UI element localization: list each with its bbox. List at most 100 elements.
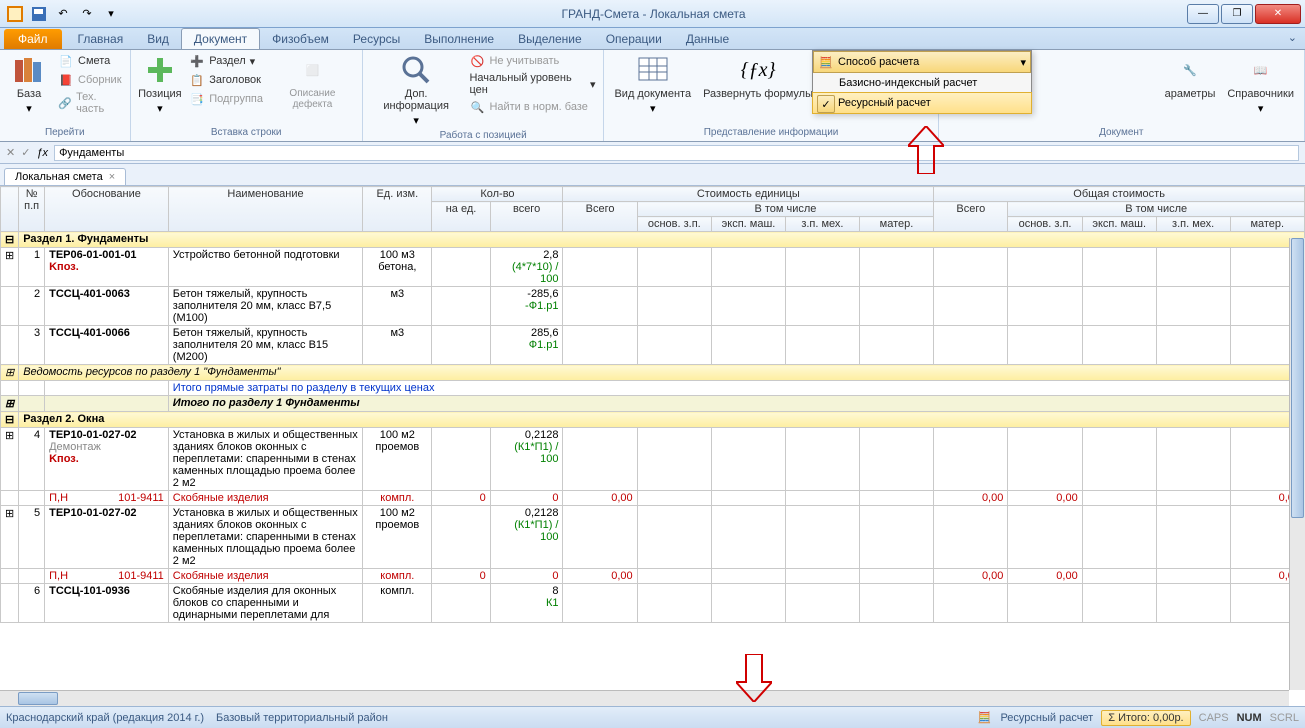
noentry-icon: 🚫 [469,53,485,69]
zagolovok-button[interactable]: 📋Заголовок [187,71,265,89]
formula-bar: ✕ ✓ ƒx [0,142,1305,164]
status-sum[interactable]: Σ Итого: 0,00р. [1101,710,1190,726]
tab-resources[interactable]: Ресурсы [341,29,412,49]
accept-icon[interactable]: ✓ [21,146,30,159]
tab-data[interactable]: Данные [674,29,741,49]
ribbon: База ▾ 📄Смета 📕Сборник 🔗Тех. часть Перей… [0,50,1305,142]
tab-vypolnenie[interactable]: Выполнение [412,29,506,49]
num-indicator: NUM [1237,712,1262,724]
smeta-button[interactable]: 📄Смета [56,52,124,70]
table-row[interactable]: ⊞1 ТЕР06-01-001-01Kпоз. Устройство бетон… [1,248,1305,287]
redo-icon[interactable]: ↷ [76,3,98,25]
close-tab-icon[interactable]: × [109,171,115,183]
table-row[interactable]: 6 ТССЦ-101-0936 Скобяные изделия для око… [1,584,1305,623]
window-controls: — ❐ ✕ [1185,4,1301,24]
naiti-button[interactable]: 🔍Найти в норм. базе [467,98,597,116]
app-icon[interactable] [4,3,26,25]
calc-status-icon: 🧮 [976,710,992,726]
sbornik-button[interactable]: 📕Сборник [56,71,124,89]
defect-icon: ⬜ [296,54,328,86]
annotation-arrow-up [908,126,944,174]
status-calc[interactable]: Ресурсный расчет [1000,712,1093,724]
table-row[interactable]: ⊞5 ТЕР10-01-027-02 Установка в жилых и о… [1,506,1305,569]
razv-button[interactable]: {ƒx} Развернуть формулы [699,52,817,102]
document-tab[interactable]: Локальная смета × [4,168,126,185]
table-row[interactable]: П,Н 101-9411 Скобяные изделия компл. 00 … [1,491,1305,506]
quick-access-toolbar: ↶ ↷ ▾ [4,3,122,25]
status-base: Базовый территориальный район [216,712,388,724]
fx-label: ƒx [36,147,48,159]
tab-view[interactable]: Вид [135,29,181,49]
search-icon: 🔍 [469,99,485,115]
wrench-icon: 🔧 [1174,54,1206,86]
resource-summary-row[interactable]: ⊞Ведомость ресурсов по разделу 1 "Фундам… [1,365,1305,381]
subtotal-row[interactable]: Итого прямые затраты по разделу в текущи… [1,381,1305,396]
table-row[interactable]: 3 ТССЦ-401-0066 Бетон тяжелый, крупность… [1,326,1305,365]
status-region: Краснодарский край (редакция 2014 г.) [6,712,204,724]
status-bar: Краснодарский край (редакция 2014 г.) Ба… [0,706,1305,728]
fx-icon: {ƒx} [742,54,774,86]
ribbon-tabs: Файл Главная Вид Документ Физобъем Ресур… [0,28,1305,50]
tab-main[interactable]: Главная [66,29,136,49]
viddoc-button[interactable]: Вид документа ▾ [610,52,695,117]
openbook-icon: 📖 [1245,54,1277,86]
vertical-scrollbar[interactable] [1289,238,1305,690]
razdel-button[interactable]: ➕Раздел ▾ [187,52,265,70]
doc-icon: 📄 [58,53,74,69]
chevron-down-icon: ▾ [157,102,163,115]
calc-method-dropdown: 🧮Способ расчета ▾ Базисно-индексный расч… [812,50,1032,114]
magnifier-icon [400,54,432,86]
chevron-down-icon: ▾ [650,102,656,115]
caps-indicator: CAPS [1199,712,1229,724]
nachur-button[interactable]: Начальный уровень цен ▾ [467,71,597,97]
formula-input[interactable] [54,145,1299,161]
grid-area: № п.п Обоснование Наименование Ед. изм. … [0,186,1305,706]
neuch-button[interactable]: 🚫Не учитывать [467,52,597,70]
chevron-down-icon: ▾ [1258,102,1264,115]
save-icon[interactable] [28,3,50,25]
calc-option-resource[interactable]: ✓Ресурсный расчет [812,92,1032,114]
section-row[interactable]: ⊟Раздел 1. Фундаменты [1,232,1305,248]
table-icon [637,54,669,86]
calc-icon: 🧮 [818,54,834,70]
tab-document[interactable]: Документ [181,28,260,49]
horizontal-scrollbar[interactable] [0,690,1289,706]
tab-operations[interactable]: Операции [594,29,674,49]
window-title: ГРАНД-Смета - Локальная смета [122,7,1185,21]
tab-selection[interactable]: Выделение [506,29,594,49]
table-row[interactable]: ⊞4 ТЕР10-01-027-02ДемонтажKпоз. Установк… [1,428,1305,491]
maximize-button[interactable]: ❐ [1221,4,1253,24]
estimate-grid[interactable]: № п.п Обоснование Наименование Ед. изм. … [0,186,1305,623]
plus-small-icon: ➕ [189,53,205,69]
calc-option-basis[interactable]: Базисно-индексный расчет [813,73,1031,93]
close-button[interactable]: ✕ [1255,4,1301,24]
tech-button[interactable]: 🔗Тех. часть [56,90,124,116]
chevron-down-icon: ▾ [413,114,419,127]
params-button[interactable]: 🔧 араметры [1161,52,1220,102]
ribbon-collapse-icon[interactable]: ⌄ [1288,31,1297,44]
chevron-down-icon: ▾ [1020,56,1026,69]
calc-method-button[interactable]: 🧮Способ расчета ▾ [813,51,1031,73]
minimize-button[interactable]: — [1187,4,1219,24]
section-total-row[interactable]: ⊞Итого по разделу 1 Фундаменты [1,396,1305,412]
tab-fizobem[interactable]: Физобъем [260,29,341,49]
table-row[interactable]: П,Н 101-9411 Скобяные изделия компл. 00 … [1,569,1305,584]
plus-icon [144,54,176,86]
podgruppa-button[interactable]: 📑Подгруппа [187,90,265,108]
chevron-down-icon: ▾ [26,102,32,115]
dopinfo-button[interactable]: Доп. информация ▾ [369,52,464,129]
link-icon: 🔗 [58,95,72,111]
annotation-arrow-down [736,654,772,702]
opis-button[interactable]: ⬜ Описание дефекта [269,52,356,112]
undo-icon[interactable]: ↶ [52,3,74,25]
qat-dropdown-icon[interactable]: ▾ [100,3,122,25]
group-icon: 📑 [189,91,205,107]
table-row[interactable]: 2 ТССЦ-401-0063 Бетон тяжелый, крупность… [1,287,1305,326]
cancel-icon[interactable]: ✕ [6,146,15,159]
position-button[interactable]: Позиция ▾ [137,52,184,117]
section-row[interactable]: ⊟Раздел 2. Окна [1,412,1305,428]
base-button[interactable]: База ▾ [6,52,52,117]
file-tab[interactable]: Файл [4,29,62,49]
sprav-button[interactable]: 📖 Справочники ▾ [1223,52,1298,117]
document-tabs: Локальная смета × [0,164,1305,186]
